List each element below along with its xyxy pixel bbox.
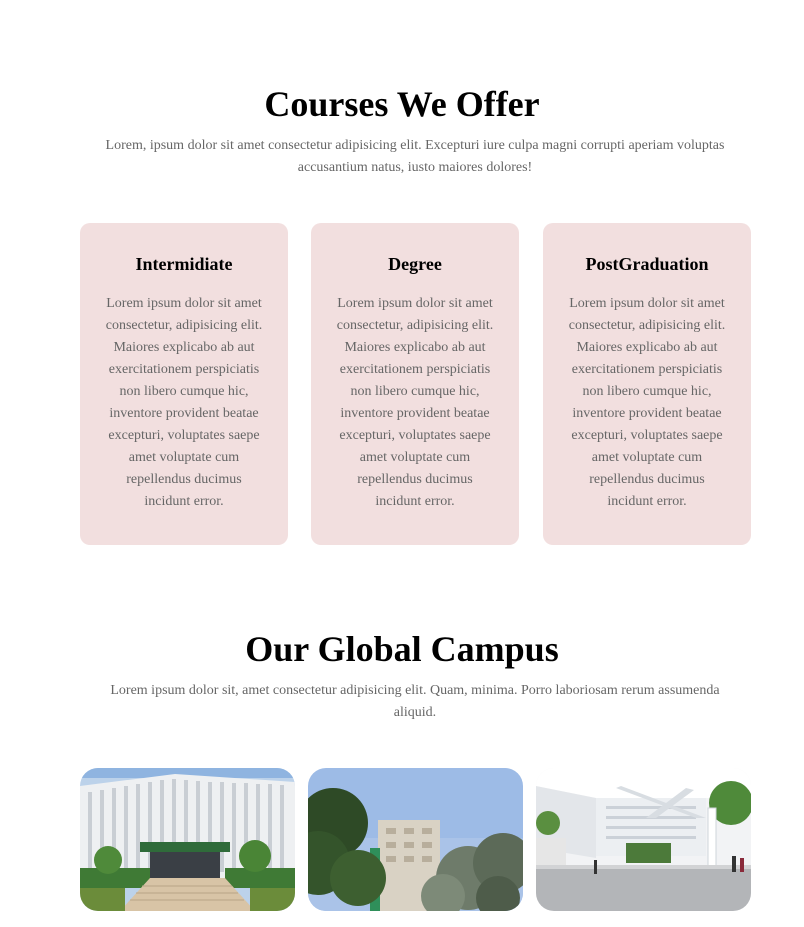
course-card-text: Lorem ipsum dolor sit amet consectetur, … xyxy=(568,296,726,509)
course-card-title: Degree xyxy=(388,254,442,274)
course-card-text: Lorem ipsum dolor sit amet consectetur, … xyxy=(336,296,494,509)
campus-photo-main-building xyxy=(80,768,295,911)
course-card-intermediate: Intermidiate Lorem ipsum dolor sit amet … xyxy=(80,223,288,545)
page: Courses We Offer Lorem, ipsum dolor sit … xyxy=(0,0,804,927)
course-card-postgraduation: PostGraduation Lorem ipsum dolor sit ame… xyxy=(543,223,751,545)
campus-photo-trees xyxy=(308,768,523,911)
course-card-text: Lorem ipsum dolor sit amet consectetur, … xyxy=(105,296,263,509)
course-card-title: PostGraduation xyxy=(585,254,709,274)
courses-description: Lorem, ipsum dolor sit amet consectetur … xyxy=(105,138,725,175)
campus-description: Lorem ipsum dolor sit, amet consectetur … xyxy=(110,683,720,720)
campus-photo-entrance xyxy=(536,768,751,911)
course-card-title: Intermidiate xyxy=(135,254,233,274)
courses-title: Courses We Offer xyxy=(264,84,540,124)
course-card-degree: Degree Lorem ipsum dolor sit amet consec… xyxy=(311,223,519,545)
campus-title: Our Global Campus xyxy=(245,629,559,669)
